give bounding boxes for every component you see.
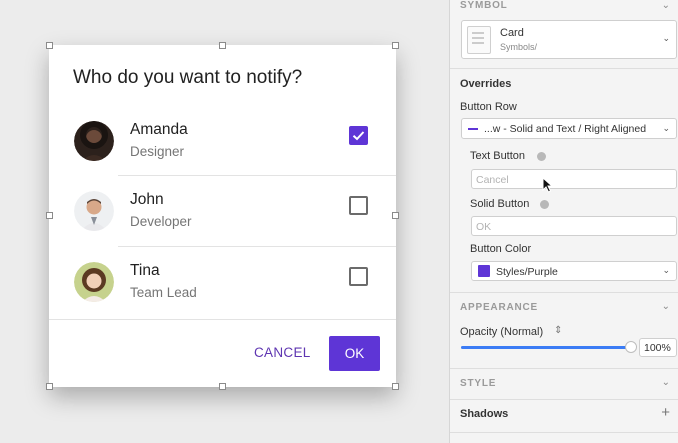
section-separator bbox=[450, 368, 678, 369]
notify-dialog-card[interactable]: Who do you want to notify? Amanda Design… bbox=[49, 45, 396, 387]
button-color-select[interactable]: Styles/Purple ⌄ bbox=[471, 261, 677, 281]
row-divider bbox=[118, 175, 396, 176]
section-separator bbox=[450, 292, 678, 293]
mouse-cursor-icon bbox=[542, 177, 554, 193]
dialog-title: Who do you want to notify? bbox=[73, 67, 303, 88]
add-shadow-plus-icon[interactable]: + bbox=[661, 404, 670, 421]
solid-button-input[interactable]: OK bbox=[471, 216, 677, 236]
opacity-slider-knob[interactable] bbox=[625, 341, 637, 353]
chevron-down-icon[interactable]: ⌄ bbox=[662, 0, 670, 11]
button-row-select[interactable]: ...w - Solid and Text / Right Aligned ⌄ bbox=[461, 118, 677, 139]
symbol-thumbnail-icon bbox=[467, 26, 491, 54]
resize-handle-top-left[interactable] bbox=[46, 42, 53, 49]
up-down-arrows-icon[interactable]: ⇕ bbox=[554, 325, 562, 336]
actions-divider bbox=[49, 319, 396, 320]
person-name: John bbox=[130, 191, 164, 208]
resize-handle-bottom-left[interactable] bbox=[46, 383, 53, 390]
chevron-down-icon: ⌄ bbox=[662, 33, 670, 43]
checkbox-amanda[interactable] bbox=[349, 126, 368, 145]
resize-handle-right[interactable] bbox=[392, 212, 399, 219]
symbol-name: Card bbox=[500, 27, 524, 39]
person-name: Amanda bbox=[130, 121, 188, 138]
cancel-button[interactable]: CANCEL bbox=[254, 345, 311, 360]
color-swatch-icon bbox=[478, 265, 490, 277]
section-separator bbox=[450, 399, 678, 400]
checkbox-john[interactable] bbox=[349, 196, 368, 215]
overrides-label: Overrides bbox=[460, 78, 512, 90]
opacity-value: 100% bbox=[644, 342, 671, 354]
text-button-placeholder: Cancel bbox=[476, 174, 509, 186]
section-separator bbox=[450, 432, 678, 433]
symbol-section-header[interactable]: SYMBOL bbox=[460, 0, 508, 11]
opacity-slider-fill bbox=[461, 346, 631, 349]
ok-button[interactable]: OK bbox=[329, 336, 380, 371]
section-separator bbox=[450, 68, 678, 69]
chevron-down-icon: ⌄ bbox=[662, 123, 670, 133]
avatar-tina bbox=[74, 262, 114, 302]
button-row-label: Button Row bbox=[460, 101, 517, 113]
shadows-label: Shadows bbox=[460, 408, 509, 420]
style-section-header[interactable]: STYLE bbox=[460, 378, 496, 389]
checkbox-tina[interactable] bbox=[349, 267, 368, 286]
solid-button-label: Solid Button bbox=[470, 198, 530, 210]
opacity-slider[interactable] bbox=[461, 341, 637, 353]
opacity-label: Opacity (Normal) bbox=[460, 326, 544, 338]
checkmark-icon bbox=[352, 131, 365, 141]
resize-handle-top-right[interactable] bbox=[392, 42, 399, 49]
person-role: Designer bbox=[130, 144, 185, 159]
text-button-label: Text Button bbox=[470, 150, 526, 162]
avatar-amanda bbox=[74, 121, 114, 161]
symbol-swatch-icon bbox=[468, 128, 478, 130]
appearance-section-header[interactable]: APPEARANCE bbox=[460, 302, 538, 313]
person-row-amanda[interactable]: Amanda Designer bbox=[49, 107, 396, 177]
button-color-value: Styles/Purple bbox=[496, 266, 558, 278]
row-divider bbox=[118, 246, 396, 247]
override-link-icon[interactable] bbox=[540, 200, 549, 209]
chevron-down-icon[interactable]: ⌄ bbox=[662, 377, 670, 388]
person-role: Developer bbox=[130, 214, 192, 229]
symbol-source: Symbols/ bbox=[500, 42, 538, 52]
button-row-value: ...w - Solid and Text / Right Aligned bbox=[484, 123, 647, 135]
person-row-john[interactable]: John Developer bbox=[49, 177, 396, 247]
symbol-picker[interactable]: Card Symbols/ ⌄ bbox=[461, 20, 677, 59]
avatar-john bbox=[74, 191, 114, 231]
resize-handle-top[interactable] bbox=[219, 42, 226, 49]
chevron-down-icon[interactable]: ⌄ bbox=[662, 301, 670, 312]
solid-button-placeholder: OK bbox=[476, 221, 492, 233]
override-link-icon[interactable] bbox=[537, 152, 546, 161]
design-canvas[interactable]: Who do you want to notify? Amanda Design… bbox=[0, 0, 449, 443]
text-button-input[interactable]: Cancel bbox=[471, 169, 677, 189]
resize-handle-bottom-right[interactable] bbox=[392, 383, 399, 390]
person-name: Tina bbox=[130, 262, 160, 279]
inspector-panel: SYMBOL ⌄ Card Symbols/ ⌄ Overrides Butto… bbox=[449, 0, 678, 443]
button-color-label: Button Color bbox=[470, 243, 532, 255]
resize-handle-bottom[interactable] bbox=[219, 383, 226, 390]
person-row-tina[interactable]: Tina Team Lead bbox=[49, 248, 396, 318]
resize-handle-left[interactable] bbox=[46, 212, 53, 219]
opacity-input[interactable]: 100% bbox=[639, 338, 677, 357]
chevron-down-icon: ⌄ bbox=[662, 265, 670, 275]
person-role: Team Lead bbox=[130, 285, 197, 300]
